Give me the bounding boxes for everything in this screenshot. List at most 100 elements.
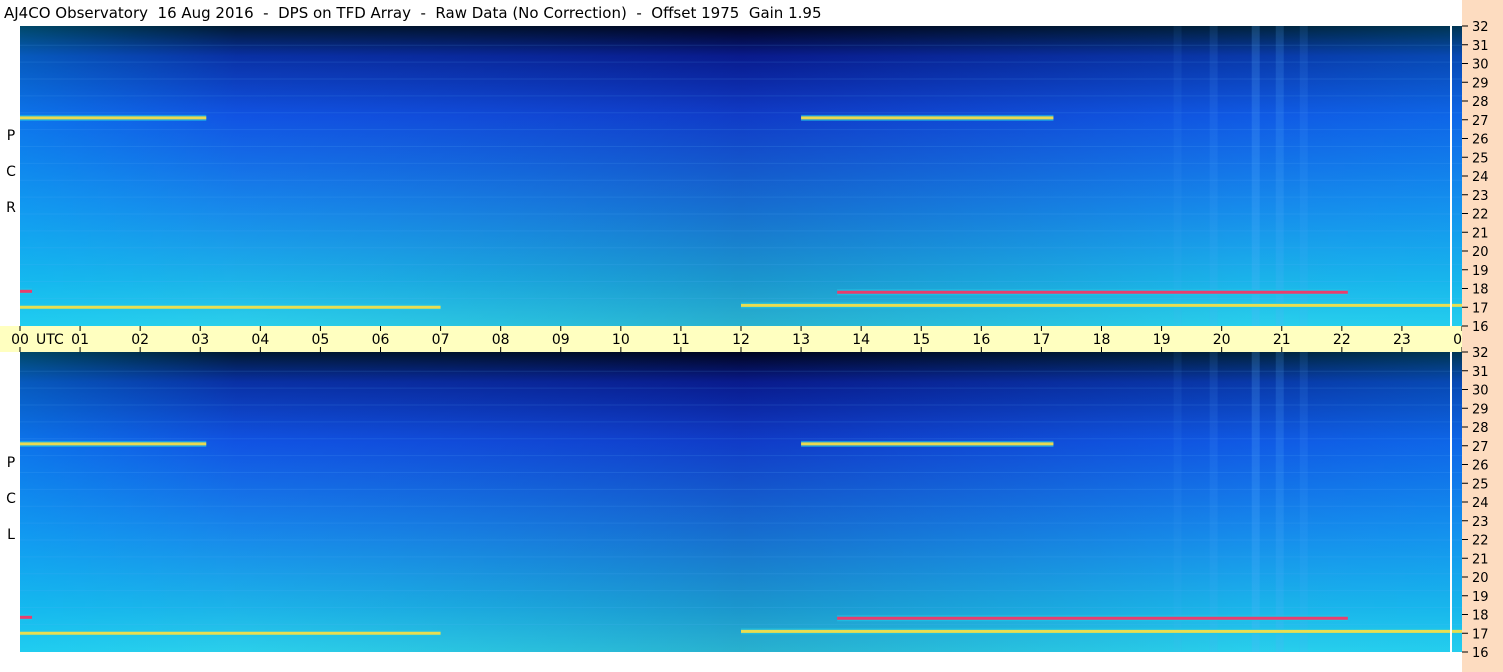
utc-tick-label: 11 xyxy=(672,332,690,348)
freq-tick-label: 26 xyxy=(1472,459,1489,474)
panel-edge xyxy=(1450,26,1452,326)
faint-carrier-line xyxy=(20,162,1462,164)
freq-tick-label: 32 xyxy=(1472,20,1489,35)
faint-carrier-line xyxy=(20,387,1462,389)
utc-tick-label: 04 xyxy=(251,332,269,348)
faint-carrier-line xyxy=(20,230,1462,232)
freq-tick-label: 20 xyxy=(1472,245,1489,260)
freq-tick-label: 29 xyxy=(1472,76,1489,91)
faint-carrier-line xyxy=(20,556,1462,558)
chart-title: AJ4CO Observatory 16 Aug 2016 - DPS on T… xyxy=(4,4,822,22)
freq-tick-label: 23 xyxy=(1472,189,1489,204)
utc-tick-label: 13 xyxy=(792,332,810,348)
utc-tick-label: 17 xyxy=(1033,332,1051,348)
faint-carrier-line xyxy=(20,61,1462,63)
utc-tick-label: 19 xyxy=(1153,332,1171,348)
faint-carrier-line xyxy=(20,607,1462,608)
freq-tick-label: 23 xyxy=(1472,515,1489,530)
faint-carrier-line xyxy=(20,179,1462,181)
utc-tick-label: 03 xyxy=(191,332,209,348)
emission-band xyxy=(837,290,1348,294)
emission-band xyxy=(20,615,33,619)
freq-tick-label: 18 xyxy=(1472,609,1489,624)
emission-band xyxy=(801,116,1054,120)
lcp-spectrogram xyxy=(20,352,1462,652)
freq-tick-label: 31 xyxy=(1472,365,1489,380)
faint-carrier-line xyxy=(20,421,1462,423)
freq-tick-label: 28 xyxy=(1472,95,1489,110)
utc-tick-label: 21 xyxy=(1273,332,1291,348)
emission-band xyxy=(741,303,1462,307)
freq-tick-label: 24 xyxy=(1472,170,1489,185)
faint-carrier-line xyxy=(20,146,1462,147)
utc-tick-label: 16 xyxy=(972,332,990,348)
faint-carrier-line xyxy=(20,78,1462,80)
utc-axis-label: UTC xyxy=(36,332,64,348)
emission-band xyxy=(20,442,207,446)
utc-tick-label: 18 xyxy=(1093,332,1111,348)
rcp-label-r: P xyxy=(6,128,16,144)
faint-carrier-line xyxy=(20,404,1462,406)
freq-tick-label: 17 xyxy=(1472,301,1489,316)
freq-tick-label: 26 xyxy=(1472,133,1489,148)
faint-carrier-line xyxy=(20,44,1462,46)
freq-tick-label: 16 xyxy=(1472,320,1489,335)
panel-edge xyxy=(1450,352,1452,652)
utc-tick-label: 09 xyxy=(552,332,570,348)
freq-tick-label: 19 xyxy=(1472,264,1489,279)
faint-carrier-line xyxy=(20,247,1462,249)
utc-tick-label: 05 xyxy=(312,332,330,348)
utc-tick-label: 07 xyxy=(432,332,450,348)
freq-tick-label: 21 xyxy=(1472,552,1489,567)
faint-carrier-line xyxy=(20,370,1462,372)
freq-tick-label: 22 xyxy=(1472,208,1489,223)
freq-tick-label: 22 xyxy=(1472,534,1489,549)
freq-tick-label: 28 xyxy=(1472,421,1489,436)
faint-carrier-line xyxy=(20,573,1462,575)
emission-band xyxy=(20,305,441,309)
freq-tick-label: 31 xyxy=(1472,39,1489,54)
freq-tick-label: 21 xyxy=(1472,226,1489,241)
freq-tick-label: 20 xyxy=(1472,571,1489,586)
rcp-spectrogram xyxy=(20,26,1462,326)
freq-tick-label: 24 xyxy=(1472,496,1489,511)
freq-tick-label: 17 xyxy=(1472,627,1489,642)
faint-carrier-line xyxy=(20,264,1462,266)
faint-carrier-line xyxy=(20,281,1462,282)
utc-tick-label: 12 xyxy=(732,332,750,348)
utc-tick-label: 22 xyxy=(1333,332,1351,348)
freq-tick-label: 30 xyxy=(1472,58,1489,73)
faint-carrier-line xyxy=(20,196,1462,198)
freq-tick-label: 16 xyxy=(1472,646,1489,661)
emission-band xyxy=(741,629,1462,633)
faint-carrier-line xyxy=(20,488,1462,490)
faint-carrier-line xyxy=(20,455,1462,457)
emission-band xyxy=(20,631,441,635)
utc-tick-label: 06 xyxy=(372,332,390,348)
faint-carrier-line xyxy=(20,505,1462,507)
freq-tick-label: 29 xyxy=(1472,402,1489,417)
emission-band xyxy=(801,442,1054,446)
utc-tick-label: 10 xyxy=(612,332,630,348)
freq-tick-label: 27 xyxy=(1472,114,1489,129)
freq-tick-label: 30 xyxy=(1472,384,1489,399)
utc-tick-label: 00 xyxy=(11,332,29,348)
faint-carrier-line xyxy=(20,522,1462,524)
faint-carrier-line xyxy=(20,213,1462,215)
lcp-label-p: P xyxy=(6,455,16,471)
utc-tick-label: 23 xyxy=(1393,332,1411,348)
faint-carrier-line xyxy=(20,539,1462,541)
faint-carrier-line xyxy=(20,438,1462,440)
faint-carrier-line xyxy=(20,623,1462,625)
emission-band xyxy=(20,116,207,120)
faint-carrier-line xyxy=(20,129,1462,131)
utc-tick-label: 14 xyxy=(852,332,870,348)
freq-tick-label: 25 xyxy=(1472,151,1489,166)
faint-carrier-line xyxy=(20,95,1462,97)
utc-time-axis: 00 01 02 03 04 05 06 07 08 09 10 11 12 13 14 15 16 17 18 19… xyxy=(0,326,1503,352)
faint-carrier-line xyxy=(20,472,1462,473)
bottom-margin xyxy=(0,652,1462,672)
emission-band xyxy=(20,289,33,293)
emission-band xyxy=(837,616,1348,620)
freq-tick-label: 25 xyxy=(1472,477,1489,492)
